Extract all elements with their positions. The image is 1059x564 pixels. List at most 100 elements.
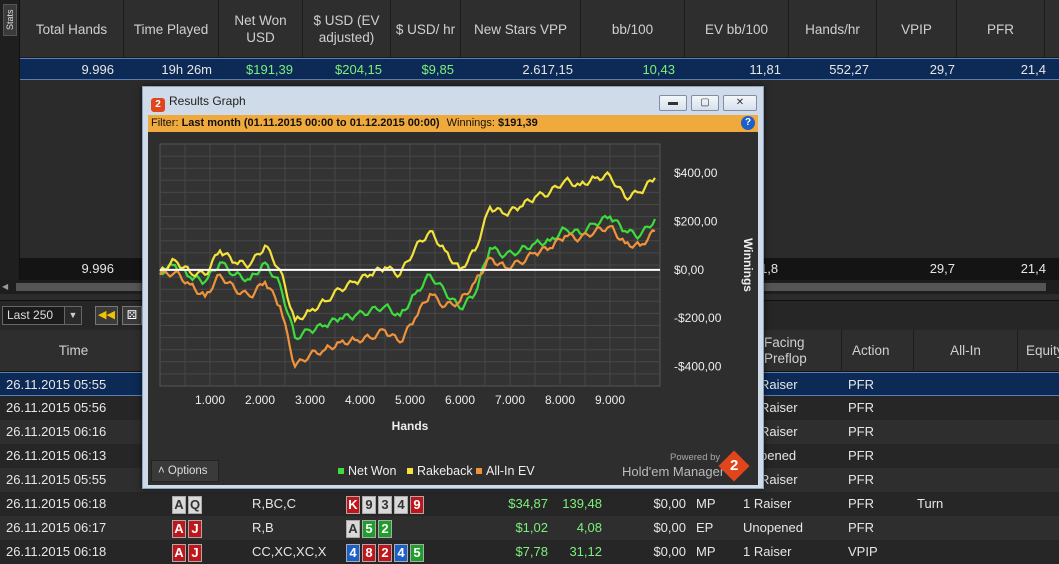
- playing-card: 4: [394, 544, 408, 562]
- summary-partial-value: 1,8: [760, 261, 779, 276]
- col-pfr[interactable]: PFR: [957, 0, 1045, 58]
- replay-button[interactable]: ⚄: [122, 306, 142, 325]
- winnings-value: $191,39: [498, 117, 538, 129]
- hand-position: EP: [696, 520, 714, 535]
- brand-text: Hold'em Manager: [622, 464, 725, 479]
- hand-facing: Unopened: [743, 520, 803, 535]
- col-facing-preflop[interactable]: Facing Preflop: [758, 330, 842, 372]
- y-tick-label: $200,00: [674, 214, 718, 228]
- playing-card: 4: [394, 496, 408, 514]
- col-total-hands[interactable]: Total Hands: [20, 0, 124, 58]
- hand-row[interactable]: 26.11.2015 06:17 AJ R,B A52 $1,02 4,08 $…: [0, 516, 1059, 540]
- window-title-text: Results Graph: [169, 94, 246, 108]
- summary-pfr: 21,4: [1020, 261, 1046, 276]
- col-time[interactable]: Time: [0, 330, 148, 372]
- close-button[interactable]: ✕: [723, 95, 757, 111]
- maximize-button[interactable]: ▢: [691, 95, 719, 111]
- close-icon: ✕: [735, 97, 745, 108]
- net-won-value: $191,39: [246, 62, 293, 77]
- x-tick-label: 7.000: [495, 393, 525, 407]
- col-usd-hr[interactable]: $ USD/ hr: [391, 0, 461, 58]
- hand-time: 26.11.2015 05:56: [6, 400, 107, 415]
- chevron-up-icon: ˄: [158, 465, 165, 477]
- x-tick-label: 4.000: [345, 393, 375, 407]
- legend-all-in-ev: All-In EV: [476, 464, 535, 478]
- legend-swatch: [407, 468, 413, 474]
- playing-card: 9: [410, 496, 424, 514]
- playing-card: 5: [362, 520, 376, 538]
- help-icon[interactable]: ?: [741, 116, 755, 130]
- options-button[interactable]: ˄ Options: [151, 460, 219, 482]
- hand-action: PFR: [848, 400, 874, 415]
- hand-action: PFR: [848, 520, 874, 535]
- col-all-in[interactable]: All-In: [914, 330, 1018, 372]
- hand-row[interactable]: 26.11.2015 06:18 AJ CC,XC,XC,X 48245 $7,…: [0, 540, 1059, 564]
- board-cards: 48245: [346, 544, 426, 562]
- playing-card: 2: [378, 544, 392, 562]
- col-vpip[interactable]: VPIP: [877, 0, 957, 58]
- ev-adjusted-value: $204,15: [335, 62, 382, 77]
- y-tick-label: $400,00: [674, 166, 718, 180]
- board-cards: K9349: [346, 496, 426, 514]
- hand-bb: 139,48: [562, 496, 602, 511]
- col-equity[interactable]: Equity: [1018, 330, 1059, 372]
- stats-tab-label[interactable]: Stats: [3, 4, 17, 36]
- summary-vpip: 29,7: [929, 261, 955, 276]
- graph-area: $400,00 $200,00 $0,00 -$200,00 -$400,00 1.000…: [148, 132, 758, 485]
- col-ev-adjusted[interactable]: $ USD (EV adjusted): [303, 0, 391, 58]
- usd-hr-value: $9,85: [421, 62, 454, 77]
- legend-net-won: Net Won: [338, 464, 396, 478]
- minimize-button[interactable]: ▬: [659, 95, 687, 111]
- winnings-label: Winnings:: [446, 117, 495, 129]
- pfr-value: 21,4: [1020, 62, 1046, 77]
- results-graph-window[interactable]: 2 Results Graph ▬ ▢ ✕ Filter: Last month …: [142, 86, 764, 489]
- col-hands-hr[interactable]: Hands/hr: [789, 0, 877, 58]
- col-new-stars-vpp[interactable]: New Stars VPP: [461, 0, 581, 58]
- legend-label: Rakeback: [417, 464, 473, 478]
- playing-card: A: [346, 520, 360, 538]
- col-bb100[interactable]: bb/100: [581, 0, 685, 58]
- playing-card: J: [188, 544, 202, 562]
- playing-card: 8: [362, 544, 376, 562]
- col-time-played[interactable]: Time Played: [124, 0, 219, 58]
- bb100-value: 10,43: [642, 62, 675, 77]
- hand-ev: $0,00: [653, 496, 686, 511]
- hand-facing: Raiser: [760, 377, 798, 392]
- rewind-button[interactable]: ◀◀: [95, 306, 118, 325]
- hand-position: MP: [696, 544, 716, 559]
- chevron-down-icon[interactable]: ▼: [64, 307, 81, 324]
- hand-action: PFR: [848, 424, 874, 439]
- col-ev-bb100[interactable]: EV bb/100: [685, 0, 789, 58]
- dice-icon: ⚄: [126, 308, 138, 322]
- col-action[interactable]: Action: [842, 330, 914, 372]
- hand-time: 26.11.2015 05:55: [6, 472, 107, 487]
- x-tick-label: 5.000: [395, 393, 425, 407]
- hand-row[interactable]: 26.11.2015 06:18 AQ R,BC,C K9349 $34,87 …: [0, 492, 1059, 516]
- x-tick-label: 8.000: [545, 393, 575, 407]
- hand-time: 26.11.2015 06:13: [6, 448, 107, 463]
- vpp-value: 2.617,15: [522, 62, 573, 77]
- playing-card: A: [172, 520, 186, 538]
- options-label: Options: [167, 465, 208, 477]
- hands-filter-select[interactable]: Last 250 ▼: [2, 306, 82, 325]
- filter-value: Last month (01.11.2015 00:00 to 01.12.20…: [181, 117, 440, 129]
- hand-facing: 1 Raiser: [743, 544, 792, 559]
- hand-facing: Raiser: [760, 472, 798, 487]
- stats-side-tab[interactable]: Stats: [0, 0, 20, 290]
- hand-action: PFR: [848, 496, 874, 511]
- powered-by-text: Powered by: [670, 452, 721, 463]
- hand-time: 26.11.2015 06:18: [6, 544, 107, 559]
- maximize-icon: ▢: [700, 97, 710, 108]
- filter-prefix: Filter:: [151, 117, 179, 129]
- y-tick-label: $0,00: [674, 263, 704, 277]
- playing-card: 4: [346, 544, 360, 562]
- preflop-actions: R,B: [252, 520, 274, 535]
- hand-time: 26.11.2015 05:55: [6, 377, 107, 392]
- playing-card: Q: [188, 496, 202, 514]
- scroll-left-icon[interactable]: ◀: [2, 282, 12, 292]
- hand-net-won: $34,87: [508, 496, 548, 511]
- hand-time: 26.11.2015 06:16: [6, 424, 107, 439]
- col-net-won[interactable]: Net Won USD: [219, 0, 303, 58]
- hand-facing: pened: [760, 448, 797, 463]
- stats-total-row[interactable]: 9.996 19h 26m $191,39 $204,15 $9,85 2.61…: [20, 58, 1059, 80]
